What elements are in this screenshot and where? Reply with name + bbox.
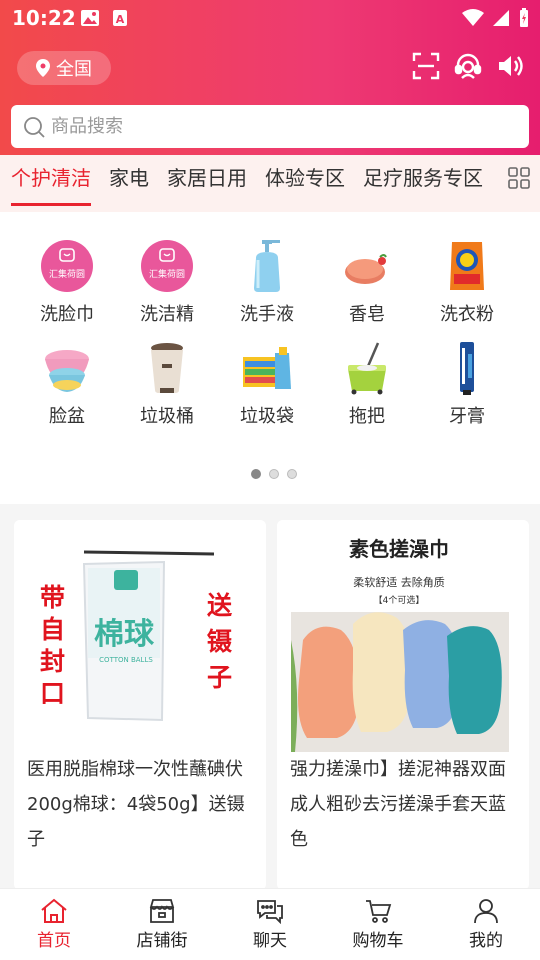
trash-can-icon xyxy=(139,340,195,396)
category-label: 垃圾袋 xyxy=(240,406,294,427)
nav-label: 聊天 xyxy=(253,931,287,951)
speaker-icon[interactable] xyxy=(496,52,524,80)
hand-soap-icon xyxy=(239,238,295,294)
detergent-icon xyxy=(439,238,495,294)
location-label: 全国 xyxy=(56,59,92,80)
nav-label: 购物车 xyxy=(352,931,404,951)
product-title: 强力搓澡巾】搓泥神器双面成人粗砂去污搓澡手套天蓝色 xyxy=(290,759,506,850)
search-icon xyxy=(24,116,45,138)
category-label: 洗脸巾 xyxy=(40,304,94,325)
product-card[interactable]: 素色搓澡巾 柔软舒适 去除角质 【4个可选】 强力搓澡巾】搓泥神器双面成人粗砂去… xyxy=(277,520,529,890)
toothpaste-icon xyxy=(439,340,495,396)
location-selector[interactable]: 全国 xyxy=(17,51,111,85)
search-input[interactable] xyxy=(51,116,471,137)
category-label: 洗衣粉 xyxy=(440,304,494,325)
tab-foot-massage[interactable]: 足疗服务专区 xyxy=(363,155,483,212)
scan-icon[interactable] xyxy=(412,52,440,80)
nav-cart[interactable]: 购物车 xyxy=(324,889,432,960)
nav-home[interactable]: 首页 xyxy=(0,889,108,960)
category-label: 香皂 xyxy=(349,304,385,325)
category-grid-panel: 汇集荷圆 洗脸巾 汇集荷圆 洗洁精 洗手液 香皂 洗衣粉 脸盆 垃圾桶 垃圾袋 … xyxy=(0,212,540,504)
category-hand-soap[interactable]: 洗手液 xyxy=(217,238,317,326)
mop-icon xyxy=(339,340,395,396)
svg-text:汇集荷圆: 汇集荷圆 xyxy=(149,268,185,280)
svg-text:A: A xyxy=(116,13,125,26)
location-pin-icon xyxy=(36,59,50,77)
category-soap-bar[interactable]: 香皂 xyxy=(317,238,417,326)
page-dot[interactable] xyxy=(251,469,261,479)
status-time: 10:22 xyxy=(12,6,76,30)
category-basin[interactable]: 脸盆 xyxy=(17,340,117,428)
customer-service-icon[interactable] xyxy=(454,52,482,80)
nav-label: 我的 xyxy=(469,931,503,951)
wifi-icon xyxy=(462,9,484,26)
category-trash-can[interactable]: 垃圾桶 xyxy=(117,340,217,428)
status-bar: 10:22 A xyxy=(0,0,540,36)
category-mop[interactable]: 拖把 xyxy=(317,340,417,428)
user-icon xyxy=(474,899,498,924)
category-label: 洗洁精 xyxy=(140,304,194,325)
svg-text:汇集荷圆: 汇集荷圆 xyxy=(49,268,85,280)
category-toothpaste[interactable]: 牙膏 xyxy=(417,340,517,428)
svg-text:素色搓澡巾: 素色搓澡巾 xyxy=(349,537,449,561)
svg-text:【4个可选】: 【4个可选】 xyxy=(374,594,425,606)
category-towel[interactable]: 汇集荷圆 洗脸巾 xyxy=(17,238,117,326)
search-bar[interactable] xyxy=(11,105,529,148)
tab-home-goods[interactable]: 家居日用 xyxy=(167,155,247,212)
category-label: 垃圾桶 xyxy=(140,406,194,427)
category-label: 拖把 xyxy=(349,406,385,427)
basin-icon xyxy=(39,340,95,396)
cart-icon xyxy=(366,900,392,923)
header: 10:22 A 全国 xyxy=(0,0,540,155)
font-notification-icon: A xyxy=(113,10,127,26)
nav-chat[interactable]: 聊天 xyxy=(216,889,324,960)
svg-text:棉球: 棉球 xyxy=(94,617,155,652)
page-dot[interactable] xyxy=(287,469,297,479)
category-tabs: 个护清洁 家电 家居日用 体验专区 足疗服务专区 xyxy=(0,155,540,212)
category-trash-bag[interactable]: 垃圾袋 xyxy=(217,340,317,428)
tab-personal-care[interactable]: 个护清洁 xyxy=(11,155,91,212)
category-label: 牙膏 xyxy=(449,406,485,427)
signal-icon xyxy=(493,10,509,26)
svg-text:柔软舒适 去除角质: 柔软舒适 去除角质 xyxy=(353,575,445,589)
category-label: 洗手液 xyxy=(240,304,294,325)
gallery-notification-icon xyxy=(81,10,99,26)
battery-icon xyxy=(520,8,528,27)
chat-icon xyxy=(257,900,283,924)
nav-profile[interactable]: 我的 xyxy=(432,889,540,960)
product-card[interactable]: 棉球 COTTON BALLS 带自封口 送镊子 医用脱脂棉球一次性蘸碘伏 20… xyxy=(14,520,266,890)
dish-soap-icon: 汇集荷圆 xyxy=(139,238,195,294)
category-dish-soap[interactable]: 汇集荷圆 洗洁精 xyxy=(117,238,217,326)
nav-store-street[interactable]: 店铺街 xyxy=(108,889,216,960)
bottom-nav: 首页 店铺街 聊天 购物车 我的 xyxy=(0,888,540,960)
soap-bar-icon xyxy=(339,238,395,294)
tab-experience[interactable]: 体验专区 xyxy=(265,155,345,212)
tab-appliances[interactable]: 家电 xyxy=(109,155,149,212)
category-grid: 汇集荷圆 洗脸巾 汇集荷圆 洗洁精 洗手液 香皂 洗衣粉 脸盆 垃圾桶 垃圾袋 … xyxy=(17,238,523,428)
svg-text:COTTON BALLS: COTTON BALLS xyxy=(99,656,153,664)
nav-label: 首页 xyxy=(37,931,71,951)
product-image: 棉球 COTTON BALLS 带自封口 送镊子 xyxy=(14,520,266,752)
store-icon xyxy=(149,899,175,923)
page-dot[interactable] xyxy=(269,469,279,479)
grid-menu-icon[interactable] xyxy=(508,167,530,189)
category-detergent[interactable]: 洗衣粉 xyxy=(417,238,517,326)
product-image: 素色搓澡巾 柔软舒适 去除角质 【4个可选】 xyxy=(277,520,529,752)
nav-label: 店铺街 xyxy=(136,931,188,951)
page-indicator xyxy=(251,469,297,479)
category-label: 脸盆 xyxy=(49,406,85,427)
trash-bag-icon xyxy=(239,340,295,396)
promo-vertical-right: 送镊子 xyxy=(207,591,233,692)
home-icon xyxy=(41,898,67,923)
product-title: 医用脱脂棉球一次性蘸碘伏 200g棉球：4袋50g】送镊子 xyxy=(27,759,245,850)
towel-icon: 汇集荷圆 xyxy=(39,238,95,294)
